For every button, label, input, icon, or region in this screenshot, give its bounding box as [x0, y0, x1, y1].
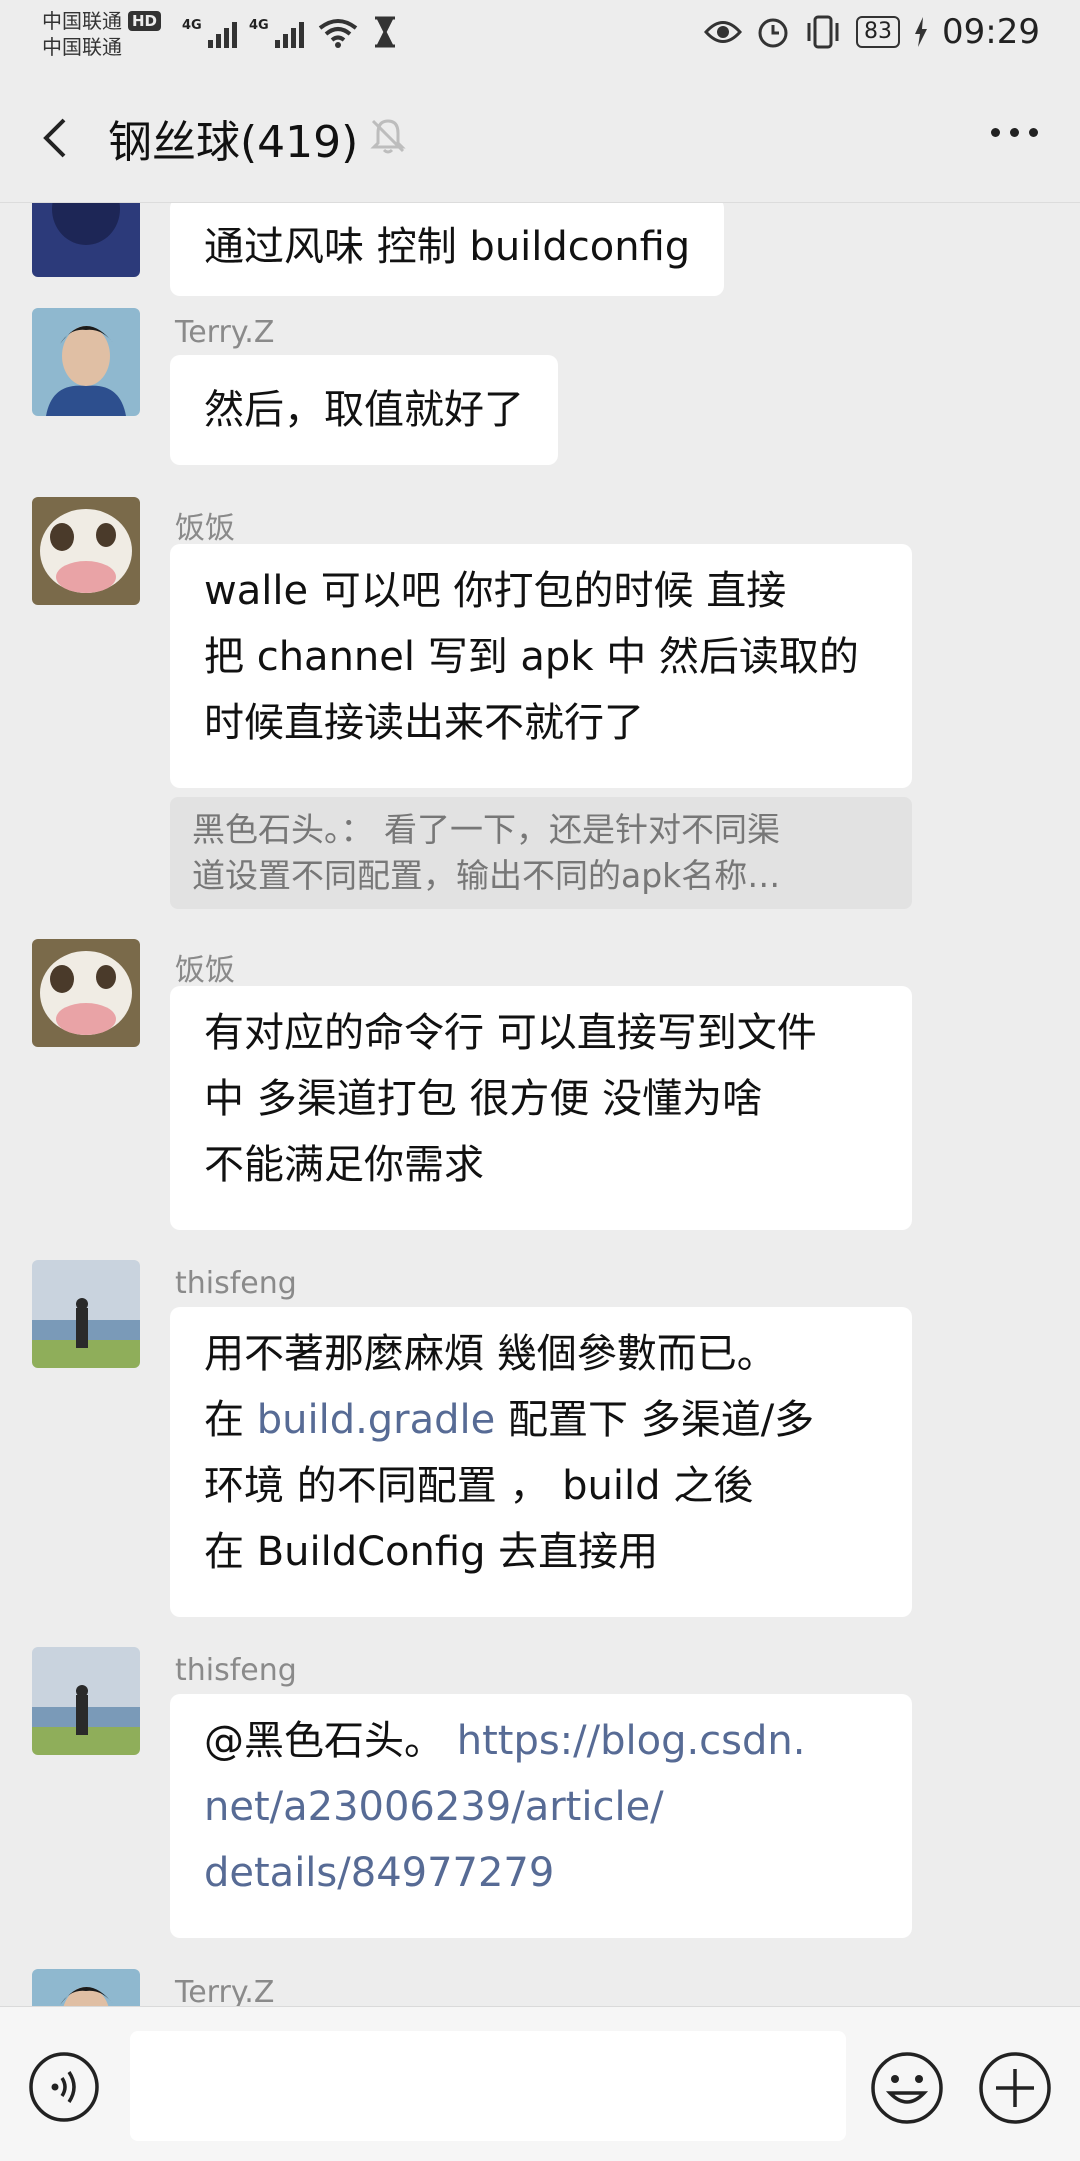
chat-header: 钢丝球(419) [0, 76, 1080, 203]
message-line: 在 build.gradle 配置下 多渠道/多 [204, 1387, 878, 1453]
battery-indicator: 83 [856, 16, 901, 48]
signal-indicators: 4G 4G [182, 16, 398, 48]
plus-icon[interactable] [978, 2051, 1052, 2125]
message-list[interactable]: 通过风味 控制 buildconfig Terry.Z 然后，取值就好了 饭饭 … [0, 203, 1080, 2006]
avatar[interactable] [32, 497, 140, 605]
sender-name: Terry.Z [175, 315, 275, 350]
signal-icon-1: 4G [182, 18, 237, 48]
back-arrow-icon[interactable] [30, 110, 86, 166]
message-input[interactable] [130, 2031, 846, 2141]
sender-name: thisfeng [175, 1266, 297, 1301]
signal-icon-2: 4G [249, 18, 304, 48]
message-line: 有对应的命令行 可以直接写到文件 [204, 1010, 817, 1056]
message-line: 时候直接读出来不就行了 [204, 700, 644, 746]
avatar[interactable] [32, 308, 140, 416]
message-line: 中 多渠道打包 很方便 没懂为啥 [204, 1076, 763, 1122]
carrier-1: 中国联通 [42, 9, 122, 33]
alarm-icon [758, 18, 788, 48]
message-line: 环境 的不同配置 ， build 之後 [204, 1463, 754, 1509]
message-line: 用不著那麼麻煩 幾個參數而已。 [204, 1331, 777, 1377]
message-bubble[interactable]: walle 可以吧 你打包的时候 直接 把 channel 写到 apk 中 然… [170, 544, 912, 788]
message-text: 通过风味 控制 buildconfig [204, 224, 691, 270]
message-bubble[interactable]: 用不著那麼麻煩 幾個參數而已。 在 build.gradle 配置下 多渠道/多… [170, 1307, 912, 1617]
message-line: 不能满足你需求 [204, 1142, 484, 1188]
input-bar [0, 2006, 1080, 2161]
status-right-group: 83 09:29 [704, 12, 1040, 52]
quote-line: 黑色石头。： 看了一下，还是针对不同渠 [192, 810, 780, 849]
message-line: 把 channel 写到 apk 中 然后读取的 [204, 634, 859, 680]
link-part-3[interactable]: details/84977279 [204, 1840, 878, 1906]
link-part-2[interactable]: net/a23006239/article/ [204, 1774, 878, 1840]
hd-badge: HD [128, 11, 162, 31]
message-line: @黑色石头。 https://blog.csdn. [204, 1708, 878, 1774]
clock: 09:29 [942, 12, 1040, 52]
sender-name: thisfeng [175, 1653, 297, 1688]
avatar[interactable] [32, 939, 140, 1047]
avatar[interactable] [32, 1647, 140, 1755]
emoji-icon[interactable] [870, 2051, 944, 2125]
eye-icon [704, 21, 743, 43]
status-bar: 中国联通 HD 中国联通 4G 4G 83 09:29 [0, 0, 1080, 76]
carrier-2: 中国联通 [42, 35, 122, 59]
sender-name: Terry.Z [175, 1975, 275, 2006]
more-dots-icon[interactable] [991, 128, 1038, 137]
message-text: 然后，取值就好了 [204, 387, 524, 433]
avatar[interactable] [32, 1969, 140, 2006]
message-bubble[interactable]: 有对应的命令行 可以直接写到文件 中 多渠道打包 很方便 没懂为啥 不能满足你需… [170, 986, 912, 1230]
mention: @黑色石头。 [204, 1718, 457, 1764]
message-line: 在 BuildConfig 去直接用 [204, 1529, 659, 1575]
link-part-1[interactable]: https://blog.csdn. [457, 1718, 806, 1764]
line-prefix: 在 [204, 1397, 257, 1443]
message-bubble[interactable]: @黑色石头。 https://blog.csdn. net/a23006239/… [170, 1694, 912, 1938]
hourglass-icon [375, 16, 395, 48]
carrier-info: 中国联通 HD 中国联通 [42, 8, 162, 60]
bell-off-icon [370, 119, 406, 154]
quote-line: 道设置不同配置，输出不同的apk名称… [192, 856, 781, 895]
sender-name: 饭饭 [175, 511, 235, 546]
message-bubble[interactable]: 通过风味 控制 buildconfig [170, 203, 725, 296]
sender-name: 饭饭 [175, 953, 235, 988]
message-line: walle 可以吧 你打包的时候 直接 [204, 568, 787, 614]
voice-icon[interactable] [28, 2051, 100, 2123]
inline-link[interactable]: build.gradle [257, 1397, 496, 1443]
wifi-icon [318, 19, 358, 48]
line-suffix: 配置下 多渠道/多 [495, 1397, 815, 1443]
avatar[interactable] [32, 203, 140, 277]
quoted-message[interactable]: 黑色石头。： 看了一下，还是针对不同渠 道设置不同配置，输出不同的apk名称… [170, 797, 912, 909]
charging-icon [915, 17, 928, 47]
network-type-1: 4G [182, 18, 202, 33]
message-bubble[interactable]: 然后，取值就好了 [170, 355, 558, 465]
chat-title: 钢丝球(419) [108, 117, 359, 168]
avatar[interactable] [32, 1260, 140, 1368]
vibrate-icon [807, 15, 839, 49]
network-type-2: 4G [249, 18, 269, 33]
